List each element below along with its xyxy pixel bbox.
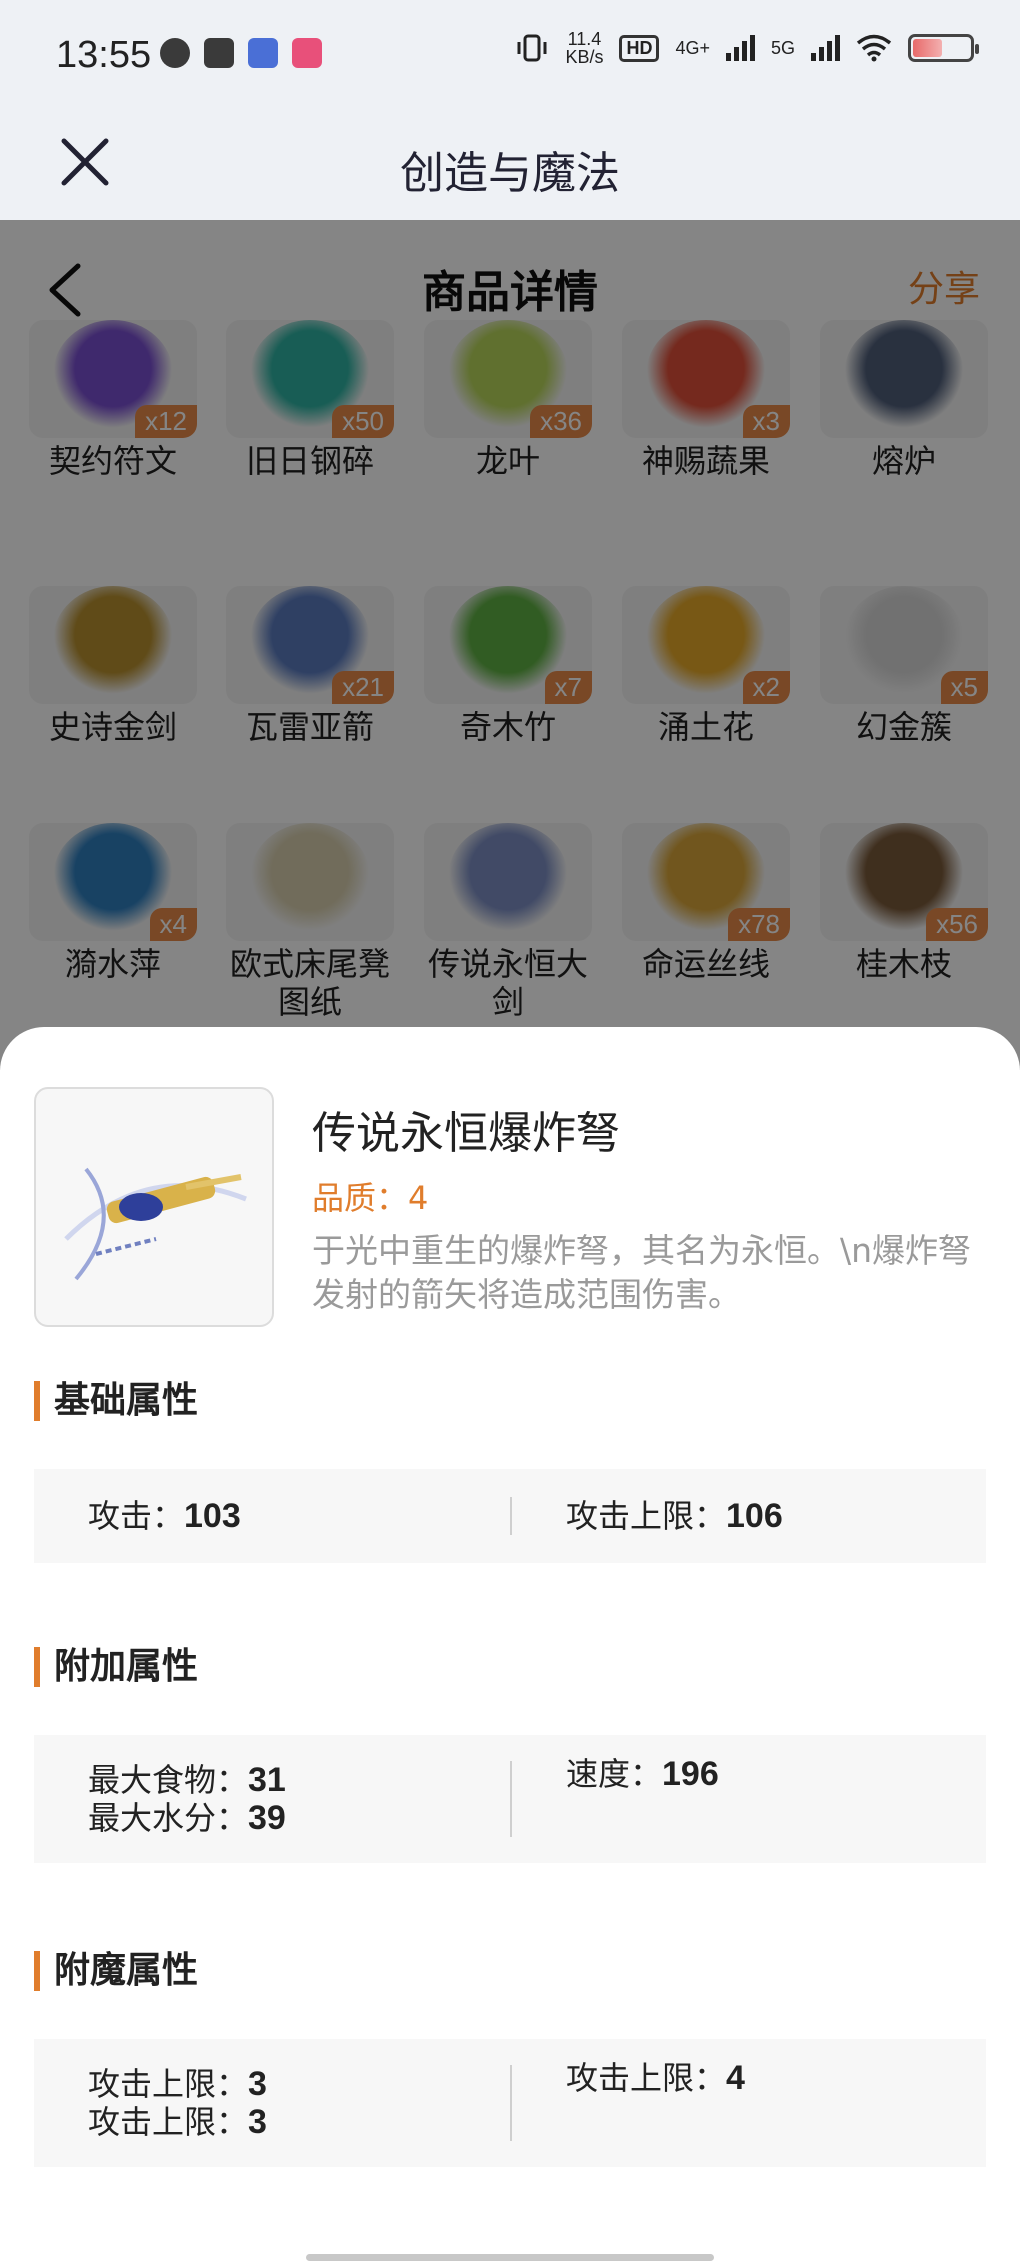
detail-sheet: 传说永恒爆炸弩 品质：4 于光中重生的爆炸弩，其名为永恒。\n爆炸弩发射的箭矢将… — [0, 1027, 1020, 2267]
bilibili-app-icon — [292, 38, 322, 68]
net-speed-unit: KB/s — [565, 47, 604, 67]
attr-label: 最大食物： — [88, 1761, 249, 1799]
home-indicator[interactable] — [306, 2254, 714, 2261]
app-title: 创造与魔法 — [400, 148, 620, 199]
basic-attributes-box: 攻击：103 攻击上限：106 — [34, 1469, 986, 1563]
attr-line: 攻击上限：3 — [88, 2065, 488, 2103]
attr-value: 39 — [248, 1799, 286, 1837]
attr-value: 106 — [726, 1497, 783, 1535]
notification-icons — [160, 38, 322, 68]
basic-attributes-title: 基础属性 — [34, 1381, 198, 1421]
vibrate-icon — [517, 34, 547, 62]
extra-attributes-box: 最大食物：31 最大水分：39 速度：196 — [34, 1735, 986, 1863]
product-description: 于光中重生的爆炸弩，其名为永恒。\n爆炸弩发射的箭矢将造成范围伤害。 — [312, 1231, 972, 1314]
attr-line: 最大水分：39 — [88, 1799, 488, 1837]
enchant-attributes-title: 附魔属性 — [34, 1951, 198, 1991]
attr-divider — [510, 1761, 512, 1837]
attr-line: 攻击上限：3 — [88, 2103, 488, 2141]
status-time: 13:55 — [56, 34, 152, 76]
basic-attributes-right: 攻击上限：106 — [566, 1469, 966, 1563]
attr-value: 4 — [726, 2059, 745, 2097]
attr-value: 196 — [662, 1755, 719, 1793]
attr-label: 攻击上限： — [566, 1497, 727, 1535]
enchant-attributes-box: 攻击上限：3 攻击上限：3 攻击上限：4 — [34, 2039, 986, 2167]
dim-overlay[interactable] — [0, 220, 1020, 1070]
signal-4g-bars-icon — [725, 35, 755, 61]
net-speed: 11.4 KB/s — [565, 30, 603, 66]
enchant-attributes-right: 攻击上限：4 — [566, 2039, 966, 2167]
attr-label: 最大水分： — [88, 1799, 249, 1837]
attr-line: 攻击上限：4 — [566, 2059, 966, 2097]
globe-icon — [160, 38, 190, 68]
attr-divider — [510, 2065, 512, 2141]
product-name: 传说永恒爆炸弩 — [312, 1108, 620, 1159]
attr-line: 攻击：103 — [88, 1497, 488, 1535]
status-bar: 13:55 11.4 KB/s HD 4G+ 5G — [0, 0, 1020, 115]
attr-line: 速度：196 — [566, 1755, 966, 1793]
attr-label: 攻击： — [88, 1497, 185, 1535]
signal-4g-label: 4G+ — [675, 37, 710, 58]
product-quality: 品质：4 — [312, 1179, 429, 1217]
extra-attributes-right: 速度：196 — [566, 1735, 966, 1863]
net-speed-value: 11.4 — [567, 29, 602, 49]
paw-app-icon — [248, 38, 278, 68]
attr-value: 31 — [248, 1761, 286, 1799]
extra-attributes-left: 最大食物：31 最大水分：39 — [88, 1735, 488, 1863]
attr-label: 攻击上限： — [88, 2065, 249, 2103]
attr-line: 最大食物：31 — [88, 1761, 488, 1799]
extra-attributes-title: 附加属性 — [34, 1647, 198, 1687]
attr-label: 攻击上限： — [88, 2103, 249, 2141]
hd-badge: HD — [619, 34, 660, 62]
attr-label: 速度： — [566, 1755, 663, 1793]
battery-fill — [913, 39, 943, 57]
crossbow-image — [64, 1167, 247, 1281]
battery-icon — [908, 34, 979, 62]
signal-5g-bars-icon — [811, 35, 840, 61]
app-bar: 创造与魔法 — [0, 115, 1020, 220]
product-thumbnail — [34, 1087, 274, 1327]
status-indicators: 11.4 KB/s HD 4G+ 5G — [515, 30, 979, 66]
attr-divider — [510, 1497, 512, 1535]
attr-value: 103 — [184, 1497, 241, 1535]
wifi-icon — [856, 34, 892, 62]
attr-line: 攻击上限：106 — [566, 1497, 966, 1535]
attr-label: 攻击上限： — [566, 2059, 727, 2097]
attr-value: 3 — [248, 2065, 267, 2103]
basic-attributes-left: 攻击：103 — [88, 1469, 488, 1563]
enchant-attributes-left: 攻击上限：3 攻击上限：3 — [88, 2039, 488, 2167]
signal-5g-label: 5G — [770, 37, 795, 58]
attr-value: 3 — [248, 2103, 267, 2141]
scissors-app-icon — [204, 38, 234, 68]
